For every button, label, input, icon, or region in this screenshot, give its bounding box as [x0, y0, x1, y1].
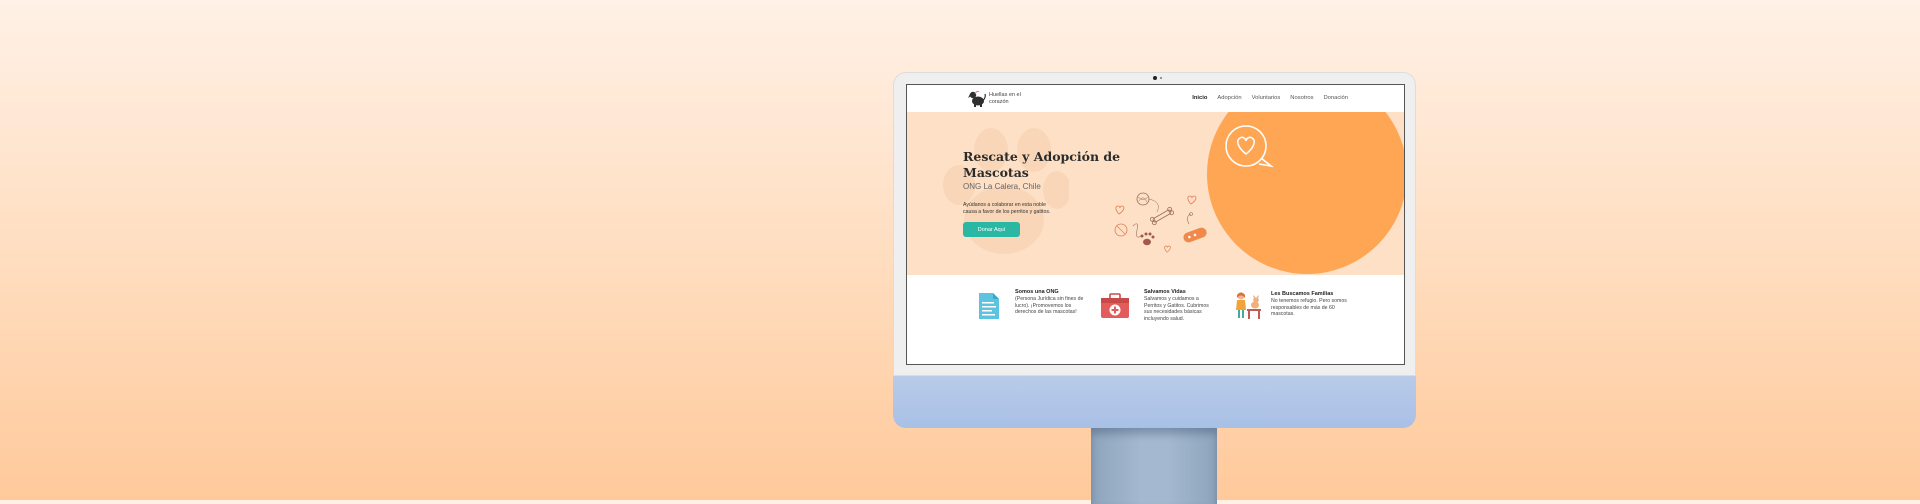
nav-item-voluntarios[interactable]: Voluntarios — [1252, 95, 1281, 101]
feature-familias: Les Buscamos Familias No tenemos refugio… — [1233, 275, 1353, 364]
feature-salvamos-text: Salvamos y cuidamos a Perritos y Gatitos… — [1144, 296, 1209, 322]
first-aid-kit-icon — [1101, 293, 1129, 318]
paw-print-decoration — [943, 128, 1069, 254]
hero-section: Rescate y Adopción de Mascotas ONG La Ca… — [907, 112, 1404, 275]
camera-icon — [1153, 76, 1157, 80]
hero-subtitle: ONG La Calera, Chile — [963, 182, 1041, 191]
feature-salvamos-title: Salvamos Vidas — [1144, 289, 1186, 295]
nav-item-donacion[interactable]: Donación — [1324, 95, 1349, 101]
feature-ong-text: (Persona Jurídica sin fines de lucro). ¡… — [1015, 296, 1084, 316]
hero-description: Ayúdanos a colaborar en esta noble causa… — [963, 202, 1051, 215]
website-screen: Huellas en el corazón Inicio Adopción Vo… — [906, 84, 1405, 365]
imac-mockup: Huellas en el corazón Inicio Adopción Vo… — [893, 72, 1416, 504]
girl-with-dog-icon — [1236, 292, 1261, 319]
camera-light — [1160, 77, 1162, 79]
feature-ong: Somos una ONG (Persona Jurídica sin fine… — [977, 275, 1097, 364]
feature-ong-title: Somos una ONG — [1015, 289, 1059, 295]
features-section: Somos una ONG (Persona Jurídica sin fine… — [907, 275, 1404, 364]
feature-familias-text: No tenemos refugio. Pero somos responsab… — [1271, 298, 1347, 318]
feature-familias-title: Les Buscamos Familias — [1271, 291, 1334, 297]
pet-doodles-illustration — [1114, 192, 1207, 253]
navbar: Huellas en el corazón Inicio Adopción Vo… — [907, 85, 1404, 112]
nav-item-adopcion[interactable]: Adopción — [1217, 95, 1241, 101]
donate-button[interactable]: Donar Aquí — [963, 222, 1020, 237]
monitor-bezel: Huellas en el corazón Inicio Adopción Vo… — [893, 72, 1416, 376]
site-logo[interactable]: Huellas en el corazón — [967, 89, 1022, 108]
monitor-stand — [1091, 428, 1217, 504]
monitor-chin — [893, 376, 1416, 428]
feature-salvamos: Salvamos Vidas Salvamos y cuidamos a Per… — [1100, 275, 1220, 364]
dog-logo-icon — [968, 90, 986, 107]
nav-item-nosotros[interactable]: Nosotros — [1290, 95, 1313, 101]
hero-title: Rescate y Adopción de Mascotas — [963, 149, 1121, 180]
heart-speech-bubble-icon — [1225, 125, 1274, 168]
nav-item-inicio[interactable]: Inicio — [1192, 95, 1207, 101]
logo-text: Huellas en el corazón — [989, 92, 1021, 105]
main-nav: Inicio Adopción Voluntarios Nosotros Don… — [1192, 95, 1348, 101]
document-icon — [979, 293, 999, 319]
